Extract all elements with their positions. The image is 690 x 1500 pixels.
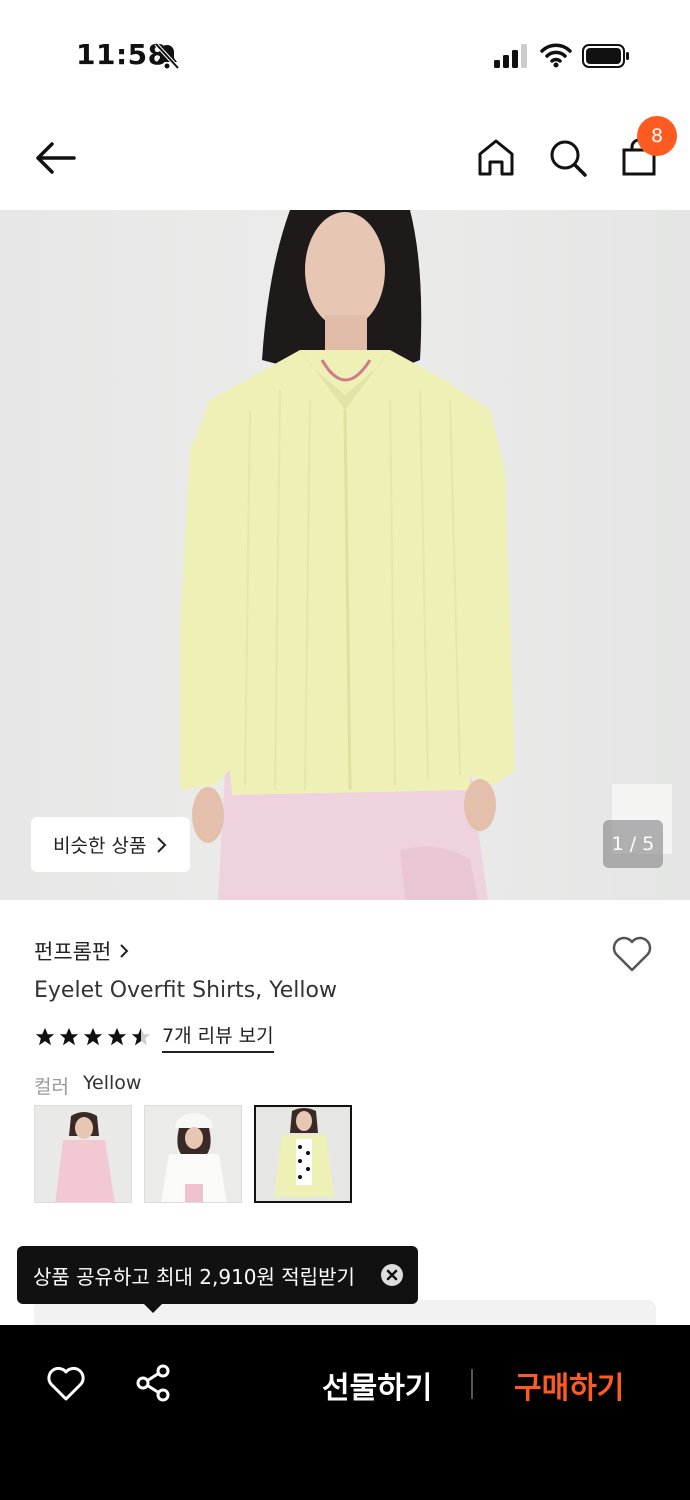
swatch-white[interactable] <box>144 1105 242 1203</box>
star-icon <box>59 1027 79 1046</box>
brand-link[interactable]: 펀프롬펀 <box>34 936 129 966</box>
bell-muted-icon <box>154 42 180 70</box>
gift-button[interactable]: 선물하기 <box>322 1363 432 1407</box>
bottom-action-bar: 선물하기 구매하기 <box>0 1325 690 1500</box>
cart-count-badge: 8 <box>637 116 677 156</box>
chevron-right-icon <box>157 836 167 853</box>
home-icon[interactable] <box>474 136 518 180</box>
image-page-indicator: 1 / 5 <box>603 820 663 868</box>
wishlist-heart-icon[interactable] <box>610 934 654 974</box>
chevron-right-icon <box>120 944 129 958</box>
product-name: Eyelet Overfit Shirts, Yellow <box>34 978 337 1003</box>
tooltip-text: 상품 공유하고 최대 2,910원 적립받기 <box>33 1264 355 1289</box>
cellular-signal-icon <box>494 44 527 68</box>
similar-products-label: 비슷한 상품 <box>53 835 147 857</box>
review-link[interactable]: 7개 리뷰 보기 <box>162 1021 274 1053</box>
star-icon <box>35 1027 55 1046</box>
color-value: Yellow <box>82 1072 142 1094</box>
status-bar: 11:58 <box>0 0 690 100</box>
product-image[interactable] <box>0 210 690 900</box>
search-icon[interactable] <box>546 136 590 180</box>
model-photo <box>180 210 672 900</box>
share-reward-tooltip: 상품 공유하고 최대 2,910원 적립받기 <box>17 1246 418 1304</box>
wifi-icon <box>540 43 572 68</box>
brand-name: 펀프롬펀 <box>34 940 112 964</box>
star-icon <box>83 1027 103 1046</box>
star-half-icon <box>131 1027 151 1046</box>
top-nav-bar <box>0 100 690 210</box>
star-icon <box>107 1027 127 1046</box>
close-icon[interactable] <box>380 1263 404 1287</box>
buy-button[interactable]: 구매하기 <box>514 1363 624 1407</box>
tooltip-arrow <box>143 1303 163 1313</box>
back-arrow-icon[interactable] <box>30 136 80 180</box>
color-swatches <box>34 1105 352 1203</box>
rating-row: 7개 리뷰 보기 <box>34 1021 274 1053</box>
divider <box>471 1369 473 1399</box>
swatch-pink[interactable] <box>34 1105 132 1203</box>
similar-products-button[interactable]: 비슷한 상품 <box>31 817 190 872</box>
color-row: 컬러 Yellow <box>34 1072 141 1099</box>
star-rating <box>34 1026 152 1048</box>
swatch-yellow[interactable] <box>254 1105 352 1203</box>
color-label: 컬러 <box>34 1076 69 1098</box>
battery-icon <box>582 44 629 68</box>
share-icon[interactable] <box>134 1363 172 1403</box>
wishlist-heart-icon[interactable] <box>46 1365 86 1403</box>
